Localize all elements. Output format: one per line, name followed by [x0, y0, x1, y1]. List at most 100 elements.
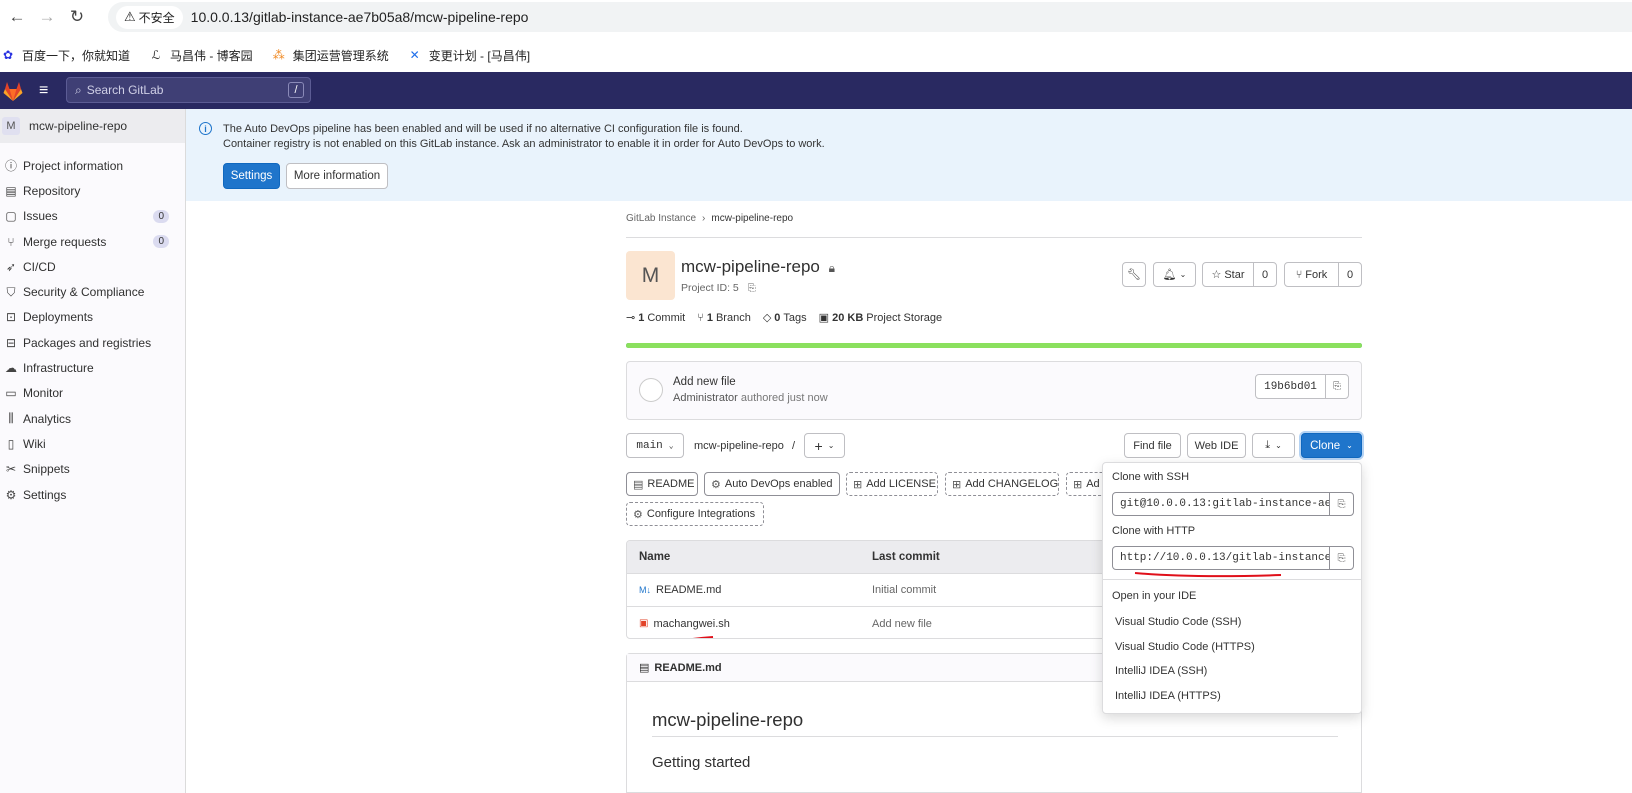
package-icon: ⊟ — [5, 335, 17, 350]
sidebar-project-header[interactable]: M mcw-pipeline-repo — [0, 109, 185, 143]
commit-title[interactable]: Add new file — [673, 376, 736, 388]
branch-selector[interactable]: main ⌄ — [626, 433, 684, 458]
avatar: M — [2, 117, 20, 135]
sidebar-item-deployments[interactable]: ⊡ Deployments — [0, 305, 185, 330]
sidebar-item-analytics[interactable]: ⫼ Analytics — [0, 406, 185, 431]
copy-icon[interactable]: ⎘ — [1329, 546, 1354, 570]
sidebar-item-issues[interactable]: ▢ Issues 0 — [0, 204, 185, 229]
search-input[interactable]: ⌕ Search GitLab / — [66, 77, 311, 103]
notification-button[interactable]: 🔔︎ ⌄ — [1153, 262, 1196, 287]
menu-icon[interactable]: ≡ — [39, 82, 55, 100]
bookmark-ops[interactable]: ⁂ 集团运营管理系统 — [271, 47, 389, 64]
reload-icon[interactable]: ↻ — [64, 4, 90, 30]
markdown-icon: M↓ — [639, 585, 651, 595]
configure-integrations-chip[interactable]: ⚙ Configure Integrations — [626, 502, 764, 526]
column-last-commit: Last commit — [872, 551, 940, 563]
star-count[interactable]: 0 — [1253, 262, 1277, 287]
more-information-button[interactable]: More information — [286, 163, 388, 189]
sidebar-item-merge-requests[interactable]: ⑂ Merge requests 0 — [0, 229, 185, 254]
address-bar[interactable]: ⚠ 不安全 10.0.0.13/gitlab-instance-ae7b05a8/… — [108, 2, 1632, 32]
copy-icon[interactable]: ⎘ — [1329, 492, 1354, 516]
readme-chip[interactable]: ▤ README — [626, 472, 698, 496]
download-button[interactable]: ⤓ ⌄ — [1252, 433, 1295, 458]
plus-icon: ⊞ — [853, 478, 863, 491]
merge-requests-count-badge: 0 — [153, 235, 169, 249]
forward-icon[interactable]: → — [34, 4, 60, 30]
sidebar-item-repository[interactable]: ▤ Repository — [0, 178, 185, 203]
http-url-field[interactable]: http://10.0.0.13/gitlab-instance-ae7b05a… — [1112, 546, 1330, 570]
add-changelog-chip[interactable]: ⊞ Add CHANGELOG — [945, 472, 1059, 496]
storage-progress-fill — [626, 343, 1362, 348]
sidebar-item-security[interactable]: ⛉ Security & Compliance — [0, 279, 185, 304]
ssh-url-field[interactable]: git@10.0.0.13:gitlab-instance-ae7b05a8/m… — [1112, 492, 1330, 516]
ide-vscode-https[interactable]: Visual Studio Code (HTTPS) — [1115, 641, 1255, 653]
sidebar-item-wiki[interactable]: ▯ Wiki — [0, 431, 185, 456]
gear-icon: ⚙ — [633, 508, 643, 521]
ide-vscode-ssh[interactable]: Visual Studio Code (SSH) — [1115, 616, 1241, 628]
clone-dropdown: Clone with SSH git@10.0.0.13:gitlab-inst… — [1102, 462, 1362, 714]
sidebar-item-settings[interactable]: ⚙ Settings — [0, 482, 185, 507]
ops-logo-icon: ⁂ — [272, 48, 285, 62]
commit-author[interactable]: Administrator — [673, 392, 738, 404]
gitlab-logo-icon[interactable] — [1, 79, 25, 103]
shield-icon: ⛉ — [6, 284, 16, 299]
bookmark-cnblogs[interactable]: ℒ 马昌伟 - 博客园 — [148, 47, 253, 64]
insecure-badge[interactable]: ⚠ 不安全 — [116, 5, 183, 29]
alert-line-1: The Auto DevOps pipeline has been enable… — [223, 123, 743, 135]
add-file-dropdown[interactable]: + ⌄ — [804, 433, 845, 458]
file-name-link[interactable]: machangwei.sh — [653, 618, 729, 630]
breadcrumb: GitLab Instance › mcw-pipeline-repo — [626, 213, 793, 224]
star-button[interactable]: ☆ Star — [1202, 262, 1254, 287]
ide-intellij-https[interactable]: IntelliJ IDEA (HTTPS) — [1115, 690, 1221, 702]
readme-filename[interactable]: README.md — [654, 662, 721, 674]
breadcrumb-separator: › — [702, 213, 706, 224]
sidebar-item-packages[interactable]: ⊟ Packages and registries — [0, 330, 185, 355]
back-icon[interactable]: ← — [4, 4, 30, 30]
cloud-icon: ☁ — [5, 361, 17, 376]
chevron-down-icon: ⌄ — [668, 441, 674, 451]
search-icon: ⌕ — [75, 82, 82, 97]
page-title: mcw-pipeline-repo — [681, 257, 820, 276]
commit-sha-button[interactable]: 19b6bd01 — [1255, 374, 1326, 399]
add-contributing-chip[interactable]: ⊞ Ad — [1066, 472, 1103, 496]
file-name-link[interactable]: README.md — [656, 584, 721, 596]
storage-stat[interactable]: ▣ 20 KB Project Storage — [819, 311, 942, 325]
sidebar-item-infrastructure[interactable]: ☁ Infrastructure — [0, 355, 185, 380]
chevron-down-icon: ⌄ — [1179, 270, 1187, 279]
monitor-icon: ▭ — [5, 386, 17, 401]
auto-devops-chip[interactable]: ⚙ Auto DevOps enabled — [704, 472, 840, 496]
readme-subheading: Getting started — [652, 754, 751, 771]
fork-button[interactable]: ⑂ Fork — [1284, 262, 1339, 287]
doc-icon: ▤ — [633, 478, 644, 491]
file-last-commit[interactable]: Add new file — [872, 618, 932, 630]
gear-icon: ⚙ — [5, 487, 17, 502]
tags-stat[interactable]: ◇ 0 Tags — [763, 311, 807, 325]
copy-icon[interactable]: ⎘ — [748, 283, 756, 294]
commits-stat[interactable]: ⊸ 1 Commit — [626, 311, 685, 325]
settings-button[interactable]: Settings — [223, 163, 280, 189]
find-file-button[interactable]: Find file — [1124, 433, 1181, 458]
file-last-commit[interactable]: Initial commit — [872, 584, 936, 596]
browser-toolbar: ← → ↻ ⚠ 不安全 10.0.0.13/gitlab-instance-ae7… — [0, 0, 1632, 34]
branches-stat[interactable]: ⑂ 1 Branch — [697, 311, 751, 324]
ide-intellij-ssh[interactable]: IntelliJ IDEA (SSH) — [1115, 665, 1207, 677]
sidebar-item-cicd[interactable]: ➶ CI/CD — [0, 254, 185, 279]
bookmark-change-plan[interactable]: ✕ 变更计划 - [马昌伟] — [407, 47, 530, 64]
fork-icon: ⑂ — [1295, 268, 1303, 281]
clone-button[interactable]: Clone ⌄ — [1301, 433, 1362, 458]
add-license-chip[interactable]: ⊞ Add LICENSE — [846, 472, 938, 496]
divider — [652, 736, 1338, 737]
sidebar-item-snippets[interactable]: ✂ Snippets — [0, 457, 185, 482]
wrench-icon[interactable]: 🔧︎ — [1122, 262, 1146, 287]
bookmark-baidu[interactable]: ✿ 百度一下，你就知道 — [0, 47, 130, 64]
branch-icon: ⑂ — [697, 311, 704, 324]
breadcrumb-parent[interactable]: GitLab Instance — [626, 213, 696, 224]
copy-icon[interactable]: ⎘ — [1325, 374, 1349, 399]
path-root-link[interactable]: mcw-pipeline-repo — [694, 440, 784, 452]
sidebar-item-monitor[interactable]: ▭ Monitor — [0, 381, 185, 406]
breadcrumb-current[interactable]: mcw-pipeline-repo — [711, 213, 793, 224]
lock-icon: 🔒︎ — [828, 261, 836, 275]
sidebar-item-project-information[interactable]: ⓘ Project information — [0, 153, 185, 178]
fork-count[interactable]: 0 — [1338, 262, 1362, 287]
web-ide-button[interactable]: Web IDE — [1187, 433, 1246, 458]
